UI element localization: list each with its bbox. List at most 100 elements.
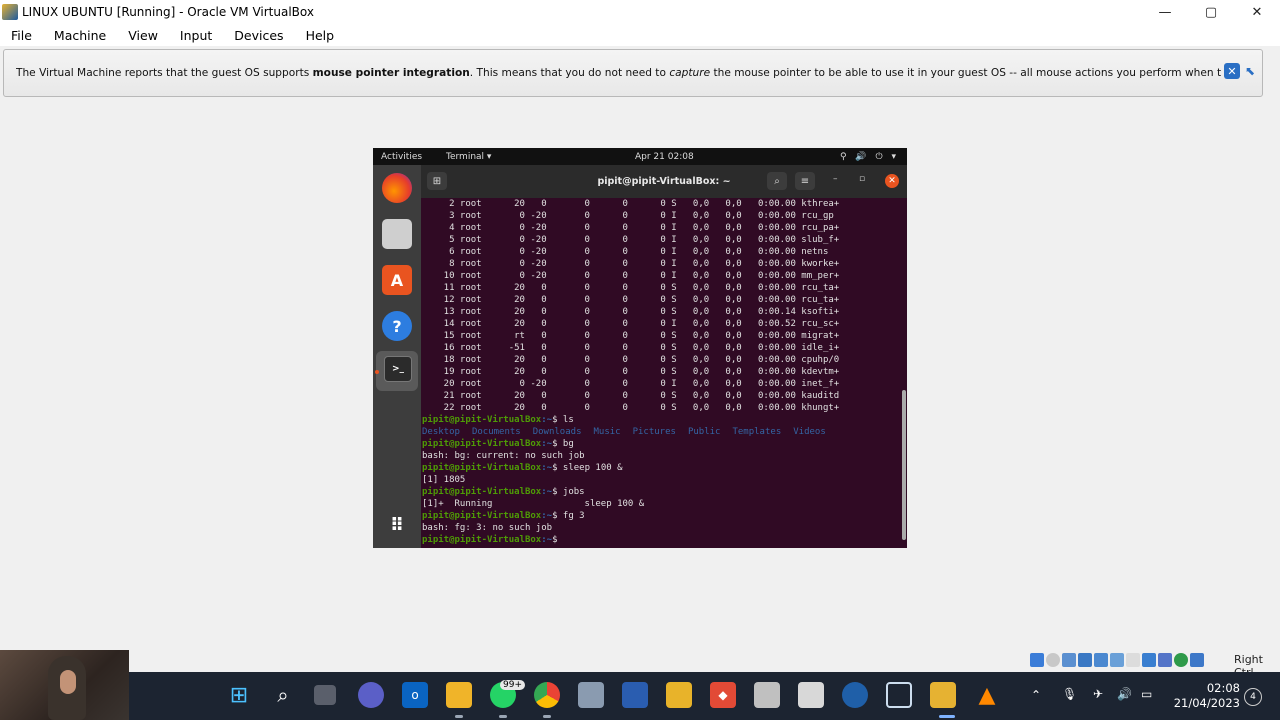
vbox-status-icons	[1030, 651, 1204, 669]
files-icon[interactable]	[382, 219, 412, 249]
running-indicator	[499, 715, 507, 718]
display-icon[interactable]	[1126, 653, 1140, 667]
terminal-close-icon[interactable]: ✕	[885, 174, 899, 188]
firefox-icon[interactable]	[382, 173, 412, 203]
show-apps-icon[interactable]: ⠿	[382, 510, 412, 540]
directory-entry: Pictures	[632, 427, 676, 437]
notice-close-icon[interactable]: ✕	[1224, 63, 1240, 79]
whatsapp-badge: 99+	[500, 680, 525, 690]
chrome-icon[interactable]	[534, 682, 560, 708]
ls-output: Desktop Documents Downloads Music Pictures Pu…	[422, 426, 902, 438]
terminal-scrollbar[interactable]	[902, 390, 906, 540]
paint-icon[interactable]	[578, 682, 604, 708]
prompt-user: pipit@pipit-VirtualBox	[422, 463, 542, 473]
web-app-icon[interactable]	[842, 682, 868, 708]
vm-icon[interactable]	[1158, 653, 1172, 667]
prompt-user: pipit@pipit-VirtualBox	[422, 511, 542, 521]
new-tab-icon[interactable]: ⊞	[427, 172, 447, 190]
optical-drive-icon[interactable]	[1046, 653, 1060, 667]
command: ls	[562, 415, 574, 425]
outlook-icon[interactable]: o	[402, 682, 428, 708]
directory-entry: Desktop	[422, 427, 460, 437]
process-row: 5 root 0 -20 0 0 0 I 0,0 0,0 0:00.00 slu…	[422, 235, 840, 245]
maximize-icon[interactable]: ▫	[859, 174, 865, 184]
prompt-path: :~	[541, 439, 553, 449]
command: sleep 100 &	[562, 463, 623, 473]
clock-date: 21/04/2023	[1173, 696, 1240, 710]
menu-view[interactable]: View	[117, 28, 169, 43]
virtualbox-icon	[2, 4, 18, 20]
usb-icon[interactable]	[1094, 653, 1108, 667]
activities-button[interactable]: Activities	[381, 152, 422, 162]
gnome-clock[interactable]: Apr 21 02:08	[635, 152, 694, 162]
guest-screen[interactable]: Activities Terminal ▾ Apr 21 02:08 ⚲ 🔊 ⏻…	[373, 148, 907, 548]
menu-input[interactable]: Input	[169, 28, 223, 43]
teams-icon[interactable]	[358, 682, 384, 708]
minimize-button[interactable]: —	[1142, 0, 1188, 24]
terminal-output[interactable]: 2 root 20 0 0 0 0 S 0,0 0,0 0:00.00 kthr…	[421, 198, 902, 548]
process-row: 12 root 20 0 0 0 0 S 0,0 0,0 0:00.00 rcu…	[422, 295, 840, 305]
volume-icon[interactable]: 🔊	[1117, 687, 1132, 701]
terminal-window[interactable]: pipit@pipit-VirtualBox: ~ ⊞ ⌕ ≡ – ▫ ✕ 2 …	[421, 165, 907, 548]
menu-devices[interactable]: Devices	[223, 28, 294, 43]
process-row: 13 root 20 0 0 0 0 S 0,0 0,0 0:00.14 kso…	[422, 307, 840, 317]
battery-icon[interactable]: ▭	[1141, 687, 1152, 701]
file-explorer-icon[interactable]	[446, 682, 472, 708]
prompt-user: pipit@pipit-VirtualBox	[422, 487, 542, 497]
maximize-button[interactable]: ▢	[1188, 0, 1234, 24]
shared-folders-icon[interactable]	[1110, 653, 1124, 667]
clock-time: 02:08	[1206, 681, 1240, 695]
prompt-sign: $	[552, 487, 563, 497]
3d-box-icon[interactable]	[886, 682, 912, 708]
process-row: 21 root 20 0 0 0 0 S 0,0 0,0 0:00.00 kau…	[422, 391, 840, 401]
minimize-icon[interactable]: –	[833, 174, 838, 184]
prompt-path: :~	[541, 511, 553, 521]
network-icon[interactable]	[1078, 653, 1092, 667]
terminal-line: pipit@pipit-VirtualBox:~$ sleep 100 &	[422, 462, 902, 474]
anydesk-icon[interactable]: ◆	[710, 682, 736, 708]
system-menu[interactable]: ⚲ 🔊 ⏻ ▾	[840, 152, 899, 162]
terminal-line: pipit@pipit-VirtualBox:~$ jobs	[422, 486, 902, 498]
terminal-app-menu[interactable]: Terminal ▾	[446, 152, 491, 162]
hdd-icon[interactable]	[1030, 653, 1044, 667]
monitor-app-icon[interactable]	[754, 682, 780, 708]
process-row: 3 root 0 -20 0 0 0 I 0,0 0,0 0:00.00 rcu…	[422, 211, 834, 221]
close-button[interactable]: ✕	[1234, 0, 1280, 24]
audio-icon[interactable]	[1062, 653, 1076, 667]
task-manager-icon[interactable]	[798, 682, 824, 708]
process-row: 18 root 20 0 0 0 0 S 0,0 0,0 0:00.00 cpu…	[422, 355, 840, 365]
mouse-integration-icon[interactable]: ⬉	[1242, 63, 1258, 79]
active-indicator	[939, 715, 955, 718]
recording-icon[interactable]	[1142, 653, 1156, 667]
notice-italic: capture	[669, 67, 711, 79]
menu-file[interactable]: File	[0, 28, 43, 43]
airplane-icon[interactable]: ✈	[1093, 687, 1103, 701]
process-row: 16 root -51 0 0 0 0 S 0,0 0,0 0:00.00 id…	[422, 343, 840, 353]
python-icon[interactable]	[666, 682, 692, 708]
terminal-line: pipit@pipit-VirtualBox:~$ ls	[422, 414, 902, 426]
process-row: 4 root 0 -20 0 0 0 I 0,0 0,0 0:00.00 rcu…	[422, 223, 840, 233]
vlc-icon[interactable]: ▲	[974, 682, 1000, 708]
taskbar-clock[interactable]: 02:08 21/04/2023	[1170, 681, 1240, 711]
search-icon[interactable]: ⌕	[767, 172, 787, 190]
cpu-icon[interactable]	[1174, 653, 1188, 667]
microphone-icon[interactable]: 🎙	[1062, 687, 1077, 701]
menu-help[interactable]: Help	[295, 28, 346, 43]
network-tool-icon[interactable]	[622, 682, 648, 708]
terminal-icon[interactable]: >_	[384, 356, 412, 382]
start-icon[interactable]: ⊞	[226, 682, 252, 708]
terminal-line: pipit@pipit-VirtualBox:~$ bg	[422, 438, 902, 450]
software-icon[interactable]: A	[382, 265, 412, 295]
command-output: bash: fg: 3: no such job	[422, 523, 553, 533]
tray-overflow-icon[interactable]: ⌃	[1031, 688, 1041, 702]
prompt-sign: $	[552, 511, 563, 521]
hamburger-menu-icon[interactable]: ≡	[795, 172, 815, 190]
keyboard-icon[interactable]	[1190, 653, 1204, 667]
help-icon[interactable]: ?	[382, 311, 412, 341]
search-icon[interactable]: ⌕	[270, 682, 296, 708]
notification-badge[interactable]: 4	[1244, 688, 1262, 706]
virtualbox-taskbar-icon[interactable]	[930, 682, 956, 708]
menu-machine[interactable]: Machine	[43, 28, 117, 43]
task-view-icon[interactable]	[314, 685, 336, 705]
terminal-line: pipit@pipit-VirtualBox:~$	[422, 534, 902, 546]
